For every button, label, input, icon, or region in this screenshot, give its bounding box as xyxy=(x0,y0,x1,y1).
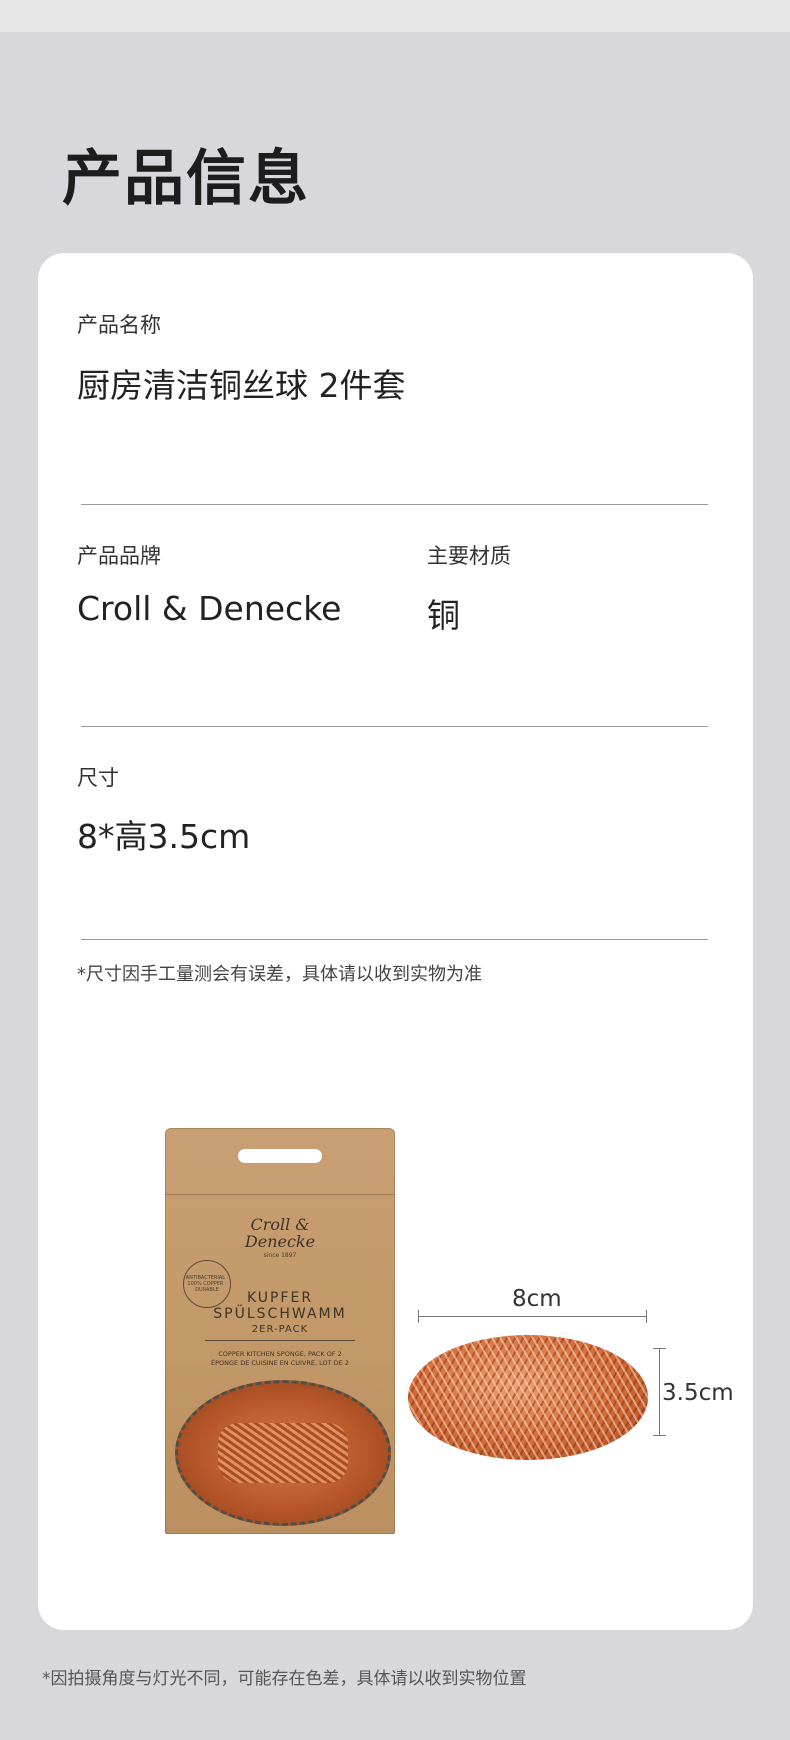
material-value: 铜 xyxy=(427,596,460,635)
package-window xyxy=(175,1380,391,1526)
scourer-top xyxy=(408,1335,648,1460)
divider xyxy=(81,504,708,505)
package-pack-count: 2ER-PACK xyxy=(251,1324,309,1335)
height-dimension-line xyxy=(653,1348,666,1436)
top-band xyxy=(0,0,790,32)
copper-sponge-visible xyxy=(218,1423,348,1483)
size-label: 尺寸 xyxy=(77,766,119,790)
width-dimension-label: 8cm xyxy=(512,1286,562,1312)
hang-hole xyxy=(238,1149,322,1163)
footer-note: *因拍摄角度与灯光不同，可能存在色差，具体请以收到实物位置 xyxy=(42,1669,527,1689)
package-product-name: KUPFER SPÜLSCHWAMM xyxy=(213,1290,347,1322)
material-label: 主要材质 xyxy=(427,544,511,568)
package-description: COPPER KITCHEN SPONGE, PACK OF 2 ÉPONGE … xyxy=(211,1350,349,1367)
page-title: 产品信息 xyxy=(62,144,310,214)
package-since: since 1897 xyxy=(263,1252,297,1259)
divider xyxy=(81,726,708,727)
product-name-label: 产品名称 xyxy=(77,313,161,337)
divider xyxy=(81,939,708,940)
size-note: *尺寸因手工量测会有误差，具体请以收到实物为准 xyxy=(77,964,482,985)
brand-value: Croll & Denecke xyxy=(77,589,342,628)
brand-label: 产品品牌 xyxy=(77,544,161,568)
package-rule xyxy=(205,1340,355,1341)
copper-scourer-image xyxy=(408,1335,653,1540)
height-dimension-label: 3.5cm xyxy=(662,1380,734,1406)
package-fold-line xyxy=(165,1194,395,1195)
size-value: 8*高3.5cm xyxy=(77,817,251,856)
product-name-value: 厨房清洁铜丝球 2件套 xyxy=(77,366,406,405)
package-brand-logo: Croll & Denecke xyxy=(244,1215,316,1251)
width-dimension-line xyxy=(418,1310,647,1323)
product-package-image: Croll & Denecke since 1897 ANTIBACTERIAL… xyxy=(165,1128,395,1534)
